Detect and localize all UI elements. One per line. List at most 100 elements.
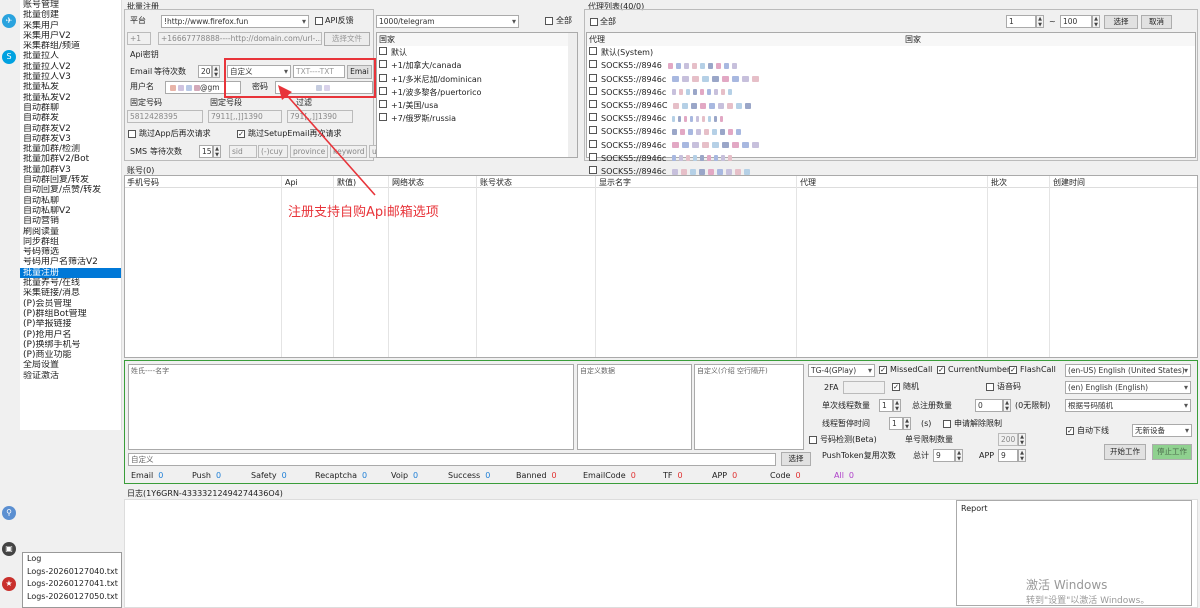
country-item[interactable]: +7/俄罗斯/russia [377,112,577,125]
sms-wait-input[interactable]: 15 [199,145,213,158]
sidebar-item[interactable]: 自动回复/点赞/转发 [20,185,121,195]
sidebar-item[interactable]: 自动营销 [20,216,121,226]
sidebar-item[interactable]: 批量加群V3 [20,165,121,175]
custom-bio-textarea[interactable]: 自定义(介绍 空行隔开) [694,364,804,450]
api-feedback-checkbox[interactable] [315,17,323,25]
sidebar-item[interactable]: 采集用户 [20,21,121,31]
total-reg-spinner[interactable]: ▲ ▼ [1003,399,1011,412]
column-header[interactable]: 显示名字 [599,178,631,188]
sidebar-item[interactable]: 批量私发 [20,82,121,92]
country-scrollbar[interactable] [568,33,577,157]
voice-code-checkbox[interactable] [986,383,994,391]
custom-select-button[interactable]: 选择 [781,452,811,466]
custom-data-textarea[interactable]: 自定义数据 [577,364,692,450]
column-header[interactable]: 代理 [800,178,816,188]
missed-call-checkbox[interactable]: ✓ [879,366,887,374]
sidebar-item[interactable]: 自动私聊V2 [20,206,121,216]
sidebar-item[interactable]: 批量注册 [20,267,121,279]
column-header[interactable]: 手机号码 [127,178,159,188]
proxy-to-spinner[interactable]: ▲ ▼ [1092,15,1100,28]
new-device-select[interactable]: 无新设备 [1132,424,1192,437]
device-select[interactable]: TG-4(GPlay) [808,364,875,377]
skip-setup-email-checkbox[interactable]: ✓ [237,130,245,138]
proxy-checkbox[interactable] [589,139,597,148]
sidebar-item[interactable]: 刷阅读量 [20,227,121,237]
twofa-input[interactable] [843,381,885,394]
country-item[interactable]: 默认 [377,46,577,59]
current-number-checkbox[interactable]: ✓ [937,366,945,374]
sidebar-item[interactable]: (P)换绑手机号 [20,340,121,350]
auto-offline-checkbox[interactable]: ✓ [1066,427,1074,435]
proxy-checkbox[interactable] [589,166,597,174]
language-select-3[interactable]: 根据号码随机 [1065,399,1191,412]
sidebar-item[interactable]: 批量拉人V3 [20,72,121,82]
proxy-item[interactable]: SOCKS5://8946c [587,125,1195,138]
total-input[interactable]: 9 [933,449,955,462]
proxy-to-input[interactable]: 100 [1060,15,1092,28]
language-select-1[interactable]: (en-US) English (United States) [1065,364,1191,377]
single-limit-spinner[interactable]: ▲ ▼ [1018,433,1026,446]
log-file-item[interactable]: Logs-20260127041.txt [23,578,121,591]
total-reg-input[interactable]: 0 [975,399,1003,412]
pause-time-spinner[interactable]: ▲ ▼ [903,417,911,430]
sidebar-item[interactable]: (P)会员管理 [20,299,121,309]
sidebar-item[interactable]: 批量加群V2/Bot [20,154,121,164]
pin-icon[interactable]: ⚲ [2,506,16,520]
proxy-checkbox[interactable] [589,113,597,122]
proxy-checkbox[interactable] [589,126,597,135]
proxy-item[interactable]: SOCKS5://8946 [587,59,1195,72]
column-header[interactable]: 批次 [991,178,1007,188]
proxy-item[interactable]: 默认(System) [587,46,1195,59]
fixed-number-input[interactable]: 5812428395 [127,110,203,123]
proxy-item[interactable]: SOCKS5://8946c [587,139,1195,152]
sidebar-item[interactable]: 批量私发V2 [20,93,121,103]
choose-file-button[interactable]: 选择文件 [324,32,370,46]
sidebar-item[interactable]: 采集链接/消息 [20,288,121,298]
proxy-from-input[interactable]: 1 [1006,15,1036,28]
sidebar-item[interactable]: 同步群组 [20,237,121,247]
proxy-checkbox[interactable] [589,73,597,82]
sidebar-item[interactable]: 批量创建 [20,10,121,20]
column-header[interactable]: 创建时间 [1053,178,1085,188]
us-flag-icon[interactable]: ★ [2,577,16,591]
country-item[interactable]: +1/美国/usa [377,99,577,112]
sidebar-item[interactable]: 自动群聊 [20,103,121,113]
sms-field-input[interactable]: sid [229,145,257,158]
sidebar-item[interactable]: 号码用户名筛活V2 [20,257,121,267]
sidebar-item[interactable]: 采集用户V2 [20,31,121,41]
proxy-select-button[interactable]: 选择 [1104,15,1138,29]
single-limit-input[interactable]: 200 [998,433,1018,446]
column-header[interactable]: 网络状态 [392,178,424,188]
start-work-button[interactable]: 开始工作 [1104,444,1146,460]
total-spinner[interactable]: ▲ ▼ [955,449,963,462]
proxy-item[interactable]: SOCKS5://8946c [587,112,1195,125]
sidebar-item[interactable]: 全局设置 [20,360,121,370]
column-header[interactable]: 账号状态 [480,178,512,188]
country-checkbox[interactable] [379,47,387,56]
app-input[interactable]: 9 [998,449,1018,462]
custom-path-input[interactable]: 自定义 [128,453,776,466]
flash-call-checkbox[interactable]: ✓ [1009,366,1017,374]
wait-count-input[interactable]: 20 [198,65,212,78]
sidebar-item[interactable]: 账号管理 [20,0,121,10]
proxy-cancel-button[interactable]: 取消 [1141,15,1172,29]
number-check-checkbox[interactable] [809,436,817,444]
phone-api-input[interactable]: +16667778888----http://domain.com/url-..… [158,32,322,45]
app-spinner[interactable]: ▲ ▼ [1018,449,1026,462]
log-file-item[interactable]: Logs-20260127040.txt [23,566,121,579]
unban-checkbox[interactable] [943,420,951,428]
sidebar-item[interactable]: 批量加群/检测 [20,144,121,154]
pause-time-input[interactable]: 1 [889,417,903,430]
country-item[interactable]: +1/加拿大/canada [377,59,577,72]
sidebar-item[interactable]: 自动群发V2 [20,124,121,134]
language-select-2[interactable]: (en) English (English) [1065,381,1191,394]
sidebar-item[interactable]: (P)商业功能 [20,350,121,360]
skype-icon[interactable]: S [2,50,16,64]
proxy-checkbox[interactable] [589,86,597,95]
sidebar-item[interactable]: (P)举报链接 [20,319,121,329]
sidebar-item[interactable]: 自动群发V3 [20,134,121,144]
proxy-checkbox[interactable] [589,152,597,161]
skip-app-checkbox[interactable] [128,130,136,138]
proxy-item[interactable]: SOCKS5://8946c [587,73,1195,86]
prefix-input[interactable]: +1 [127,32,151,45]
